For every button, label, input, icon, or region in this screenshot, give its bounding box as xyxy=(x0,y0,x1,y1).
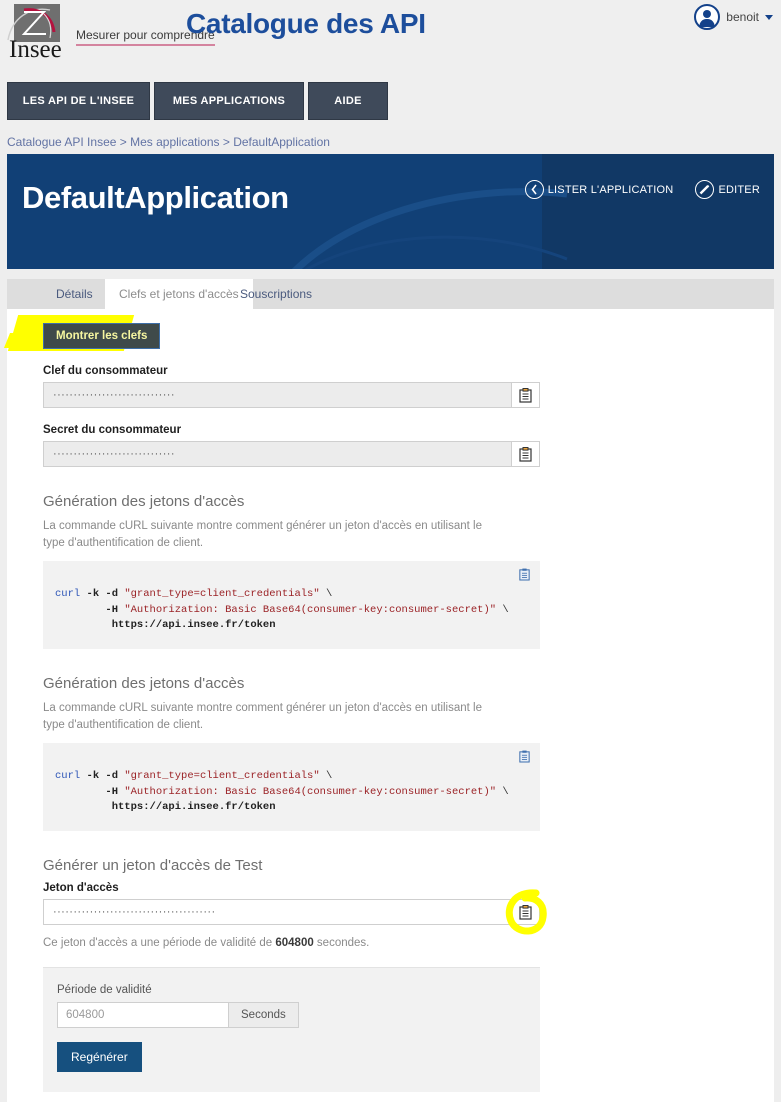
tab-details[interactable]: Détails xyxy=(42,279,107,309)
pencil-circle-icon xyxy=(695,180,715,199)
user-menu[interactable]: benoit xyxy=(694,4,773,30)
application-banner: DefaultApplication LISTER L'APPLICATION … xyxy=(7,154,774,269)
keys-tokens-panel: Montrer les clefs Clef du consommateur ·… xyxy=(3,309,774,1102)
section-title-test-token: Générer un jeton d'accès de Test xyxy=(43,857,263,874)
consumer-secret-field[interactable]: ······························ xyxy=(43,441,540,467)
code-cont-1: \ xyxy=(319,588,333,601)
user-name-label: benoit xyxy=(726,10,759,24)
code-cmd: curl xyxy=(55,588,81,601)
show-keys-button[interactable]: Montrer les clefs xyxy=(43,323,161,349)
section-desc-generation-1: La commande cURL suivante montre comment… xyxy=(43,520,482,549)
code-string-1: "grant_type=client_credentials" xyxy=(124,588,320,601)
curl-command-2: curl -k -d "grant_type=client_credential… xyxy=(55,769,528,815)
code-flags-2: -H xyxy=(55,785,125,798)
regenerer-button[interactable]: Regénérer xyxy=(57,1042,142,1072)
lister-application-button[interactable]: LISTER L'APPLICATION xyxy=(524,180,674,199)
code-flags-1: -k -d xyxy=(80,770,125,783)
code-url: https://api.insee.fr/token xyxy=(55,618,276,631)
insee-logo: Insee xyxy=(6,4,68,63)
consumer-key-field[interactable]: ······························ xyxy=(43,382,540,408)
page-title: Catalogue des API xyxy=(186,8,426,39)
banner-action-list: LISTER L'APPLICATION EDITER xyxy=(524,180,760,199)
consumer-secret-value: ······························ xyxy=(44,442,511,466)
breadcrumb-item-catalogue[interactable]: Catalogue API Insee xyxy=(7,135,116,149)
validity-period-panel: Période de validité Seconds Regénérer xyxy=(43,967,540,1092)
curl-code-block-2: curl -k -d "grant_type=client_credential… xyxy=(43,743,540,831)
application-name: DefaultApplication xyxy=(22,180,289,215)
jeton-acces-field[interactable]: ········································ xyxy=(43,899,540,925)
breadcrumb: Catalogue API Insee > Mes applications >… xyxy=(0,130,781,154)
consumer-key-label: Clef du consommateur xyxy=(43,365,168,377)
tab-bar: Détails Clefs et jetons d'accès Souscrip… xyxy=(7,279,774,309)
code-string-2: "Authorization: Basic Base64(consumer-ke… xyxy=(124,603,497,616)
note-value: 604800 xyxy=(275,937,314,949)
clipboard-copy-icon xyxy=(519,750,530,763)
main-navigation: LES API DE L'INSEE MES APPLICATIONS AIDE xyxy=(0,82,781,130)
consumer-secret-label: Secret du consommateur xyxy=(43,424,182,436)
section-title-generation-1: Génération des jetons d'accès xyxy=(43,493,245,510)
code-string-2: "Authorization: Basic Base64(consumer-ke… xyxy=(124,785,497,798)
code-cont-2: \ xyxy=(496,603,509,616)
breadcrumb-separator: > xyxy=(116,135,131,149)
nav-item-aide[interactable]: AIDE xyxy=(308,82,388,120)
clipboard-copy-icon xyxy=(519,446,532,462)
curl-code-block-1: curl -k -d "grant_type=client_credential… xyxy=(43,561,540,649)
copy-curl-1-button[interactable] xyxy=(519,568,530,586)
lister-application-label: LISTER L'APPLICATION xyxy=(547,183,674,196)
editer-button[interactable]: EDITER xyxy=(695,180,760,199)
note-prefix: Ce jeton d'accès a une période de validi… xyxy=(43,937,276,949)
section-title-generation-2: Génération des jetons d'accès xyxy=(43,675,245,692)
copy-consumer-key-button[interactable] xyxy=(511,383,539,407)
clipboard-copy-icon xyxy=(519,387,532,403)
jeton-acces-label: Jeton d'accès xyxy=(43,882,119,894)
code-cont-2: \ xyxy=(496,785,509,798)
clipboard-copy-icon xyxy=(519,904,532,920)
copy-consumer-secret-button[interactable] xyxy=(511,442,539,466)
copy-jeton-acces-button[interactable] xyxy=(511,900,539,924)
code-string-1: "grant_type=client_credentials" xyxy=(124,770,320,783)
code-flags-1: -k -d xyxy=(80,588,125,601)
logo-wordmark: Insee xyxy=(9,36,62,63)
code-url: https://api.insee.fr/token xyxy=(55,800,276,813)
code-flags-2: -H xyxy=(55,603,125,616)
periode-validite-input-group: Seconds xyxy=(57,1002,299,1028)
breadcrumb-item-current: DefaultApplication xyxy=(233,135,330,149)
note-suffix: secondes. xyxy=(313,937,370,949)
curl-command-1: curl -k -d "grant_type=client_credential… xyxy=(55,587,528,633)
seconds-unit-label: Seconds xyxy=(229,1002,299,1028)
clipboard-copy-icon xyxy=(519,568,530,581)
code-cmd: curl xyxy=(55,770,81,783)
code-cont-1: \ xyxy=(319,770,333,783)
periode-validite-label: Période de validité xyxy=(57,984,152,996)
content-area: Détails Clefs et jetons d'accès Souscrip… xyxy=(3,279,774,1102)
tab-souscriptions[interactable]: Souscriptions xyxy=(226,279,326,309)
jeton-acces-value: ········································ xyxy=(44,900,511,924)
user-avatar-icon xyxy=(694,4,721,30)
section-desc-generation-2: La commande cURL suivante montre comment… xyxy=(43,702,482,731)
page-header: Insee Mesurer pour comprendre Catalogue … xyxy=(0,0,781,82)
periode-validite-input[interactable] xyxy=(57,1002,229,1028)
copy-curl-2-button[interactable] xyxy=(519,750,530,768)
breadcrumb-item-mes-applications[interactable]: Mes applications xyxy=(130,135,219,149)
editer-label: EDITER xyxy=(718,183,760,196)
consumer-key-value: ······························ xyxy=(44,383,511,407)
chevron-down-icon xyxy=(765,14,773,20)
nav-item-api-insee[interactable]: LES API DE L'INSEE xyxy=(7,82,150,120)
token-validity-note: Ce jeton d'accès a une période de validi… xyxy=(43,937,738,949)
breadcrumb-separator: > xyxy=(219,135,234,149)
nav-item-mes-applications[interactable]: MES APPLICATIONS xyxy=(154,82,304,120)
chevron-left-circle-icon xyxy=(524,180,544,199)
